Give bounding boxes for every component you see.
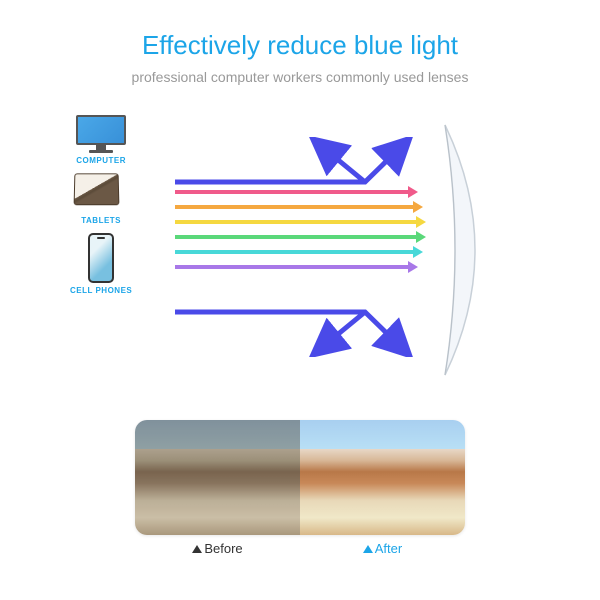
after-text: After [375,541,402,556]
phones-label: CELL PHONES [70,286,132,295]
comparison-section: Before After [135,420,465,556]
triangle-icon [363,545,373,553]
tablet-icon [74,173,129,213]
device-computer: COMPUTER [70,115,132,165]
before-text: Before [204,541,242,556]
after-image [300,420,465,535]
ray-cyan [175,250,415,254]
comparison-image [135,420,465,535]
device-phone: CELL PHONES [70,233,132,295]
tablets-label: TABLETS [81,216,121,225]
comparison-labels: Before After [135,535,465,556]
ray-orange [175,205,415,209]
page-subtitle: professional computer workers commonly u… [0,61,600,85]
ray-green [175,235,418,239]
phone-icon [88,233,114,283]
lens-icon [430,120,510,380]
ray-pink [175,190,410,194]
ray-purple [175,265,410,269]
page-title: Effectively reduce blue light [0,0,600,61]
monitor-icon [76,115,126,153]
before-label: Before [135,541,300,556]
device-list: COMPUTER TABLETS CELL PHONES [70,115,132,295]
before-image [135,420,300,535]
after-label: After [300,541,465,556]
light-diagram: COMPUTER TABLETS CELL PHONES [0,115,600,395]
ray-yellow [175,220,418,224]
computer-label: COMPUTER [76,156,126,165]
spectrum-rays [175,190,405,280]
device-tablet: TABLETS [70,173,132,225]
triangle-icon [192,545,202,553]
